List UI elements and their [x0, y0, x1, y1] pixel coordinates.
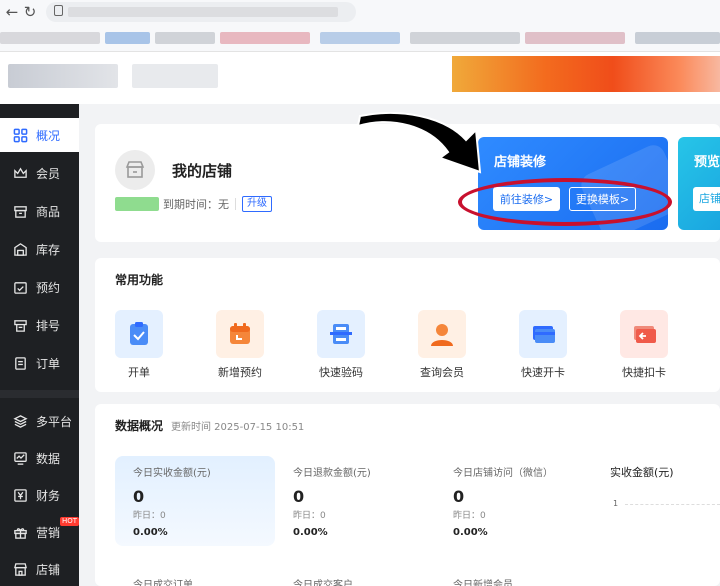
sidebar-item-label: 订单 — [36, 356, 61, 371]
sidebar-item-appointment[interactable]: 预约 — [0, 270, 79, 304]
shop-meta: 到期时间：无 升级 — [115, 196, 272, 212]
sidebar-item-label: 概况 — [36, 128, 61, 143]
sidebar-item-orders[interactable]: 订单 — [0, 346, 79, 380]
stat-today-refund[interactable]: 今日退款金额(元) 0 昨日：0 0.00% — [275, 456, 435, 546]
expiry-label: 到期时间：无 — [163, 198, 229, 211]
order-icon — [12, 355, 28, 371]
sidebar-item-label: 库存 — [36, 242, 61, 257]
sidebar: 概况 会员 商品 库存 预约 排号 订单 多平台 数据 财务 营销 HOT 店铺 — [0, 104, 80, 586]
stat-today-customers-label: 今日成交客户 — [293, 580, 353, 586]
preview-title: 预览 — [694, 155, 720, 170]
card-deduct-icon — [620, 310, 668, 358]
calendar-icon — [216, 310, 264, 358]
hot-badge: HOT — [60, 517, 80, 526]
stat-today-revenue[interactable]: 今日实收金额(元) 0 昨日：0 0.00% — [115, 456, 275, 546]
preview-store-button[interactable]: 店铺 — [693, 187, 720, 211]
stat-today-orders-label: 今日成交订单 — [133, 580, 193, 586]
browser-chrome: ← ↻ — [0, 0, 720, 52]
sidebar-item-multi-platform[interactable]: 多平台 — [0, 404, 79, 438]
shop-title: 我的店铺 — [172, 162, 233, 180]
scan-icon — [317, 310, 365, 358]
layers-icon — [12, 413, 28, 429]
logo — [8, 64, 118, 88]
upgrade-button[interactable]: 升级 — [242, 196, 272, 212]
back-icon[interactable]: ← — [4, 4, 20, 20]
data-overview-title: 数据概况 — [115, 419, 164, 433]
status-badge — [115, 197, 159, 211]
clipboard-check-icon — [115, 310, 163, 358]
promo-banner[interactable] — [452, 56, 720, 92]
chart-gridline — [625, 504, 720, 505]
annotation-arrow-icon — [356, 112, 482, 174]
calendar-check-icon — [12, 279, 28, 295]
crown-icon — [12, 165, 28, 181]
function-query-member[interactable]: 查询会员 — [412, 310, 472, 380]
sidebar-item-label: 数据 — [36, 451, 61, 466]
sidebar-item-products[interactable]: 商品 — [0, 194, 79, 228]
sidebar-item-label: 会员 — [36, 166, 61, 181]
sidebar-divider — [0, 390, 79, 398]
function-quick-verify[interactable]: 快速验码 — [311, 310, 371, 380]
grid-icon — [12, 127, 28, 143]
chart-title: 实收金额(元) — [610, 466, 674, 479]
sidebar-item-label: 多平台 — [36, 414, 73, 429]
store-icon — [12, 561, 28, 577]
common-functions-card: 常用功能 开单 新增预约 快速验码 查询会员 快速开卡 快捷扣卡 — [95, 258, 720, 392]
sidebar-item-label: 商品 — [36, 204, 61, 219]
sidebar-item-members[interactable]: 会员 — [0, 156, 79, 190]
function-quick-deduct-card[interactable]: 快捷扣卡 — [614, 310, 674, 380]
sidebar-item-finance[interactable]: 财务 — [0, 478, 79, 512]
store-avatar-icon — [115, 150, 155, 190]
sidebar-item-overview[interactable]: 概况 — [0, 118, 79, 152]
common-functions-title: 常用功能 — [115, 273, 164, 287]
function-new-appointment[interactable]: 新增预约 — [210, 310, 270, 380]
sidebar-item-inventory[interactable]: 库存 — [0, 232, 79, 266]
sidebar-item-marketing[interactable]: 营销 HOT — [0, 515, 80, 549]
user-icon — [418, 310, 466, 358]
address-bar[interactable] — [46, 2, 356, 22]
function-open-order[interactable]: 开单 — [109, 310, 169, 380]
data-overview-card: 数据概况 更新时间 2025-07-15 10:51 今日实收金额(元) 0 昨… — [95, 404, 720, 586]
reload-icon[interactable]: ↻ — [22, 4, 38, 20]
yen-icon — [12, 487, 28, 503]
stat-today-visits[interactable]: 今日店铺访问（微信） 0 昨日：0 0.00% — [435, 456, 595, 546]
sidebar-item-label: 排号 — [36, 318, 61, 333]
sidebar-item-data[interactable]: 数据 — [0, 441, 79, 475]
sidebar-item-label: 预约 — [36, 280, 61, 295]
sidebar-item-store[interactable]: 店铺 — [0, 552, 79, 586]
box-icon — [12, 203, 28, 219]
function-quick-open-card[interactable]: 快速开卡 — [513, 310, 573, 380]
decoration-title: 店铺装修 — [494, 155, 547, 170]
sidebar-item-label: 财务 — [36, 488, 61, 503]
sidebar-item-queue[interactable]: 排号 — [0, 308, 79, 342]
warehouse-icon — [12, 241, 28, 257]
lock-icon — [54, 5, 63, 16]
preview-card: 预览 店铺 — [678, 137, 720, 230]
sidebar-item-label: 营销 — [36, 525, 61, 540]
stat-today-new-members-label: 今日新增会员 — [453, 580, 513, 586]
card-icon — [519, 310, 567, 358]
gift-icon — [12, 524, 28, 540]
queue-ticket-icon — [12, 317, 28, 333]
chart-tick: 1 — [613, 499, 619, 508]
sidebar-item-label: 店铺 — [36, 562, 61, 577]
app-header — [0, 52, 720, 104]
monitor-chart-icon — [12, 450, 28, 466]
update-time: 更新时间 2025-07-15 10:51 — [171, 422, 305, 433]
